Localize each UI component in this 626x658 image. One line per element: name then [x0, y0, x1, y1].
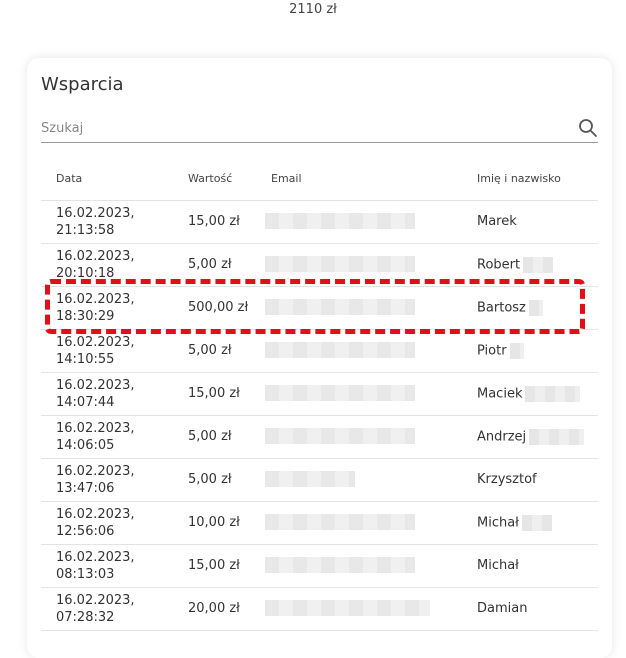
cell-value: 15,00 zł: [188, 558, 240, 573]
table-row[interactable]: 16.02.2023, 14:06:05 5,00 zł Andrzej: [41, 416, 598, 459]
cell-email-redacted: [265, 287, 461, 329]
cell-date: 16.02.2023, 12:56:06: [56, 507, 135, 539]
cell-email-redacted: [265, 459, 461, 501]
cell-value: 5,00 zł: [188, 429, 232, 444]
table-row[interactable]: 16.02.2023, 14:10:55 5,00 zł Piotr: [41, 330, 598, 373]
cell-date: 16.02.2023, 14:07:44: [56, 378, 135, 410]
cell-value: 20,00 zł: [188, 601, 240, 616]
cell-date: 16.02.2023, 21:13:58: [56, 206, 135, 238]
cell-date: 16.02.2023, 14:10:55: [56, 335, 135, 367]
cell-date: 16.02.2023, 08:13:03: [56, 550, 135, 582]
cell-value: 5,00 zł: [188, 257, 232, 272]
total-amount: 2110 zł: [289, 2, 337, 17]
donations-table: Data Wartość Email Imię i nazwisko 16.02…: [41, 158, 598, 631]
cell-name: Robert: [477, 257, 554, 273]
cell-date: 16.02.2023, 14:06:05: [56, 421, 135, 453]
cell-email-redacted: [265, 545, 461, 587]
column-header-date[interactable]: Data: [56, 172, 82, 185]
cell-email-redacted: [265, 588, 461, 630]
cell-date: 16.02.2023, 07:28:32: [56, 593, 135, 625]
table-row[interactable]: 16.02.2023, 18:30:29 500,00 zł Bartosz: [41, 287, 598, 330]
cell-email-redacted: [265, 201, 461, 243]
cell-value: 15,00 zł: [188, 214, 240, 229]
table-row[interactable]: 16.02.2023, 13:47:06 5,00 zł Krzysztof: [41, 459, 598, 502]
cell-date: 16.02.2023, 18:30:29: [56, 292, 135, 324]
table-header: Data Wartość Email Imię i nazwisko: [41, 158, 598, 201]
cell-name: Bartosz: [477, 300, 543, 316]
search-field[interactable]: [41, 116, 598, 143]
cell-email-redacted: [265, 244, 461, 286]
search-input[interactable]: [41, 116, 561, 140]
cell-name: Piotr: [477, 343, 524, 359]
cell-date: 16.02.2023, 20:10:18: [56, 249, 135, 281]
cell-value: 500,00 zł: [188, 300, 249, 315]
cell-name: Damian: [477, 601, 528, 616]
table-row[interactable]: 16.02.2023, 08:13:03 15,00 zł Michał: [41, 545, 598, 588]
cell-name: Maciek: [477, 386, 581, 402]
column-header-value[interactable]: Wartość: [188, 172, 232, 185]
table-row[interactable]: 16.02.2023, 20:10:18 5,00 zł Robert: [41, 244, 598, 287]
table-row[interactable]: 16.02.2023, 12:56:06 10,00 zł Michał: [41, 502, 598, 545]
cell-value: 5,00 zł: [188, 472, 232, 487]
cell-value: 10,00 zł: [188, 515, 240, 530]
cell-name: Michał: [477, 558, 519, 573]
table-row[interactable]: 16.02.2023, 07:28:32 20,00 zł Damian: [41, 588, 598, 631]
cell-date: 16.02.2023, 13:47:06: [56, 464, 135, 496]
table-row[interactable]: 16.02.2023, 21:13:58 15,00 zł Marek: [41, 201, 598, 244]
cell-name: Marek: [477, 214, 517, 229]
table-row[interactable]: 16.02.2023, 14:07:44 15,00 zł Maciek: [41, 373, 598, 416]
cell-value: 5,00 zł: [188, 343, 232, 358]
cell-name: Krzysztof: [477, 472, 537, 487]
column-header-name[interactable]: Imię i nazwisko: [477, 172, 561, 185]
cell-name: Michał: [477, 515, 552, 531]
donations-card: Wsparcia Data Wartość Email Imię i nazwi…: [27, 58, 612, 658]
cell-email-redacted: [265, 416, 461, 458]
search-icon[interactable]: [578, 118, 598, 138]
column-header-email[interactable]: Email: [271, 172, 302, 185]
cell-email-redacted: [265, 502, 461, 544]
cell-email-redacted: [265, 330, 461, 372]
card-title: Wsparcia: [41, 74, 124, 95]
cell-value: 15,00 zł: [188, 386, 240, 401]
cell-email-redacted: [265, 373, 461, 415]
cell-name: Andrzej: [477, 429, 585, 445]
